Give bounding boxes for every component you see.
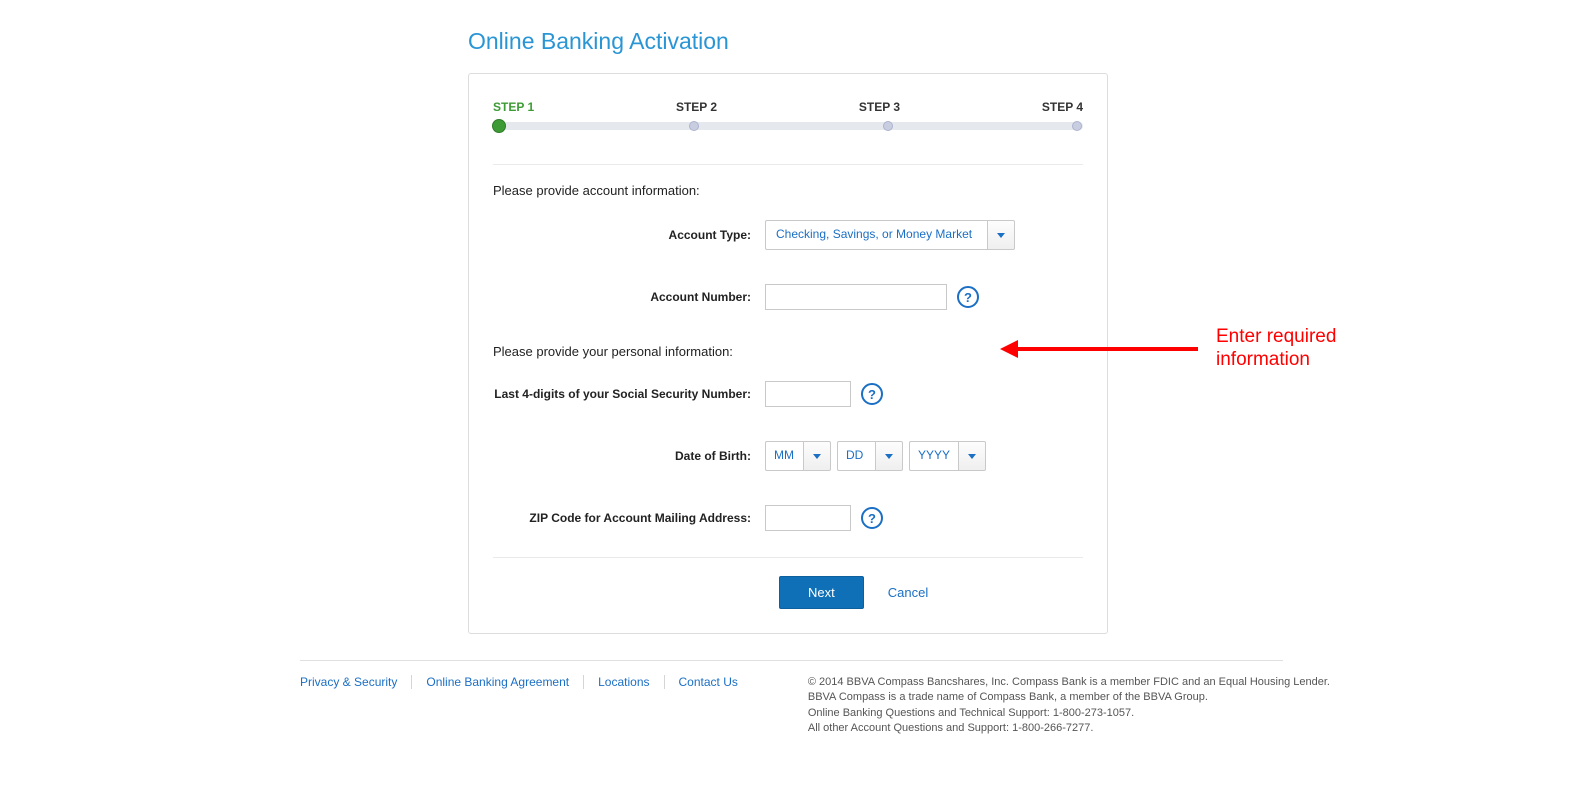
form-actions: Next Cancel: [493, 576, 1083, 609]
chevron-down-icon: [997, 233, 1005, 238]
stepper: STEP 1 STEP 2 STEP 3 STEP 4: [493, 100, 1083, 144]
cancel-button[interactable]: Cancel: [888, 585, 928, 600]
dob-month-value: MM: [765, 441, 803, 471]
dob-day-select[interactable]: DD: [837, 441, 903, 471]
account-section-intro: Please provide account information:: [493, 183, 1083, 198]
ssn-help-icon[interactable]: ?: [861, 383, 883, 405]
step-2-dot: [689, 121, 699, 131]
dob-day-value: DD: [837, 441, 875, 471]
footer-link-locations[interactable]: Locations: [584, 675, 664, 689]
ssn-label: Last 4-digits of your Social Security Nu…: [493, 387, 765, 401]
dob-year-value: YYYY: [909, 441, 958, 471]
footer-link-privacy[interactable]: Privacy & Security: [300, 675, 412, 689]
footer-links: Privacy & Security Online Banking Agreem…: [300, 675, 752, 689]
dob-row: Date of Birth: MM DD YYYY: [493, 441, 1083, 471]
account-number-label: Account Number:: [493, 290, 765, 304]
chevron-down-icon: [885, 454, 893, 459]
activation-card: STEP 1 STEP 2 STEP 3 STEP 4 Please provi…: [468, 73, 1108, 634]
divider: [493, 557, 1083, 558]
step-3-dot: [883, 121, 893, 131]
dob-year-toggle[interactable]: [958, 441, 986, 471]
chevron-down-icon: [968, 454, 976, 459]
personal-section-intro: Please provide your personal information…: [493, 344, 1083, 359]
divider: [493, 164, 1083, 165]
zip-help-icon[interactable]: ?: [861, 507, 883, 529]
dob-month-select[interactable]: MM: [765, 441, 831, 471]
dob-year-select[interactable]: YYYY: [909, 441, 986, 471]
account-type-row: Account Type: Checking, Savings, or Mone…: [493, 220, 1083, 250]
page-title: Online Banking Activation: [468, 28, 1583, 55]
ssn-input[interactable]: [765, 381, 851, 407]
step-2-label: STEP 2: [676, 100, 717, 114]
footer-copyright: © 2014 BBVA Compass Bancshares, Inc. Com…: [808, 675, 1330, 690]
account-type-label: Account Type:: [493, 228, 765, 242]
footer-divider: [300, 660, 1283, 661]
account-type-toggle[interactable]: [987, 220, 1015, 250]
account-number-input[interactable]: [765, 284, 947, 310]
next-button[interactable]: Next: [779, 576, 864, 609]
account-number-row: Account Number: ?: [493, 284, 1083, 310]
step-1-label: STEP 1: [493, 100, 534, 114]
footer-support-online: Online Banking Questions and Technical S…: [808, 706, 1330, 721]
annotation-text: Enter required information: [1216, 326, 1336, 372]
step-1-dot: [492, 119, 506, 133]
zip-input[interactable]: [765, 505, 851, 531]
account-number-help-icon[interactable]: ?: [957, 286, 979, 308]
zip-row: ZIP Code for Account Mailing Address: ?: [493, 505, 1083, 531]
dob-month-toggle[interactable]: [803, 441, 831, 471]
step-3-label: STEP 3: [859, 100, 900, 114]
account-type-selected: Checking, Savings, or Money Market: [765, 220, 987, 250]
footer-link-contact[interactable]: Contact Us: [665, 675, 752, 689]
dob-label: Date of Birth:: [493, 449, 765, 463]
footer: Privacy & Security Online Banking Agreem…: [300, 675, 1583, 737]
footer-text: © 2014 BBVA Compass Bancshares, Inc. Com…: [808, 675, 1330, 737]
step-4-dot: [1072, 121, 1082, 131]
footer-link-agreement[interactable]: Online Banking Agreement: [412, 675, 584, 689]
footer-support-other: All other Account Questions and Support:…: [808, 721, 1330, 736]
footer-tradename: BBVA Compass is a trade name of Compass …: [808, 690, 1330, 705]
step-4-label: STEP 4: [1042, 100, 1083, 114]
dob-day-toggle[interactable]: [875, 441, 903, 471]
ssn-row: Last 4-digits of your Social Security Nu…: [493, 381, 1083, 407]
account-type-select[interactable]: Checking, Savings, or Money Market: [765, 220, 1015, 250]
step-track: [493, 122, 1083, 130]
zip-label: ZIP Code for Account Mailing Address:: [493, 511, 765, 525]
chevron-down-icon: [813, 454, 821, 459]
